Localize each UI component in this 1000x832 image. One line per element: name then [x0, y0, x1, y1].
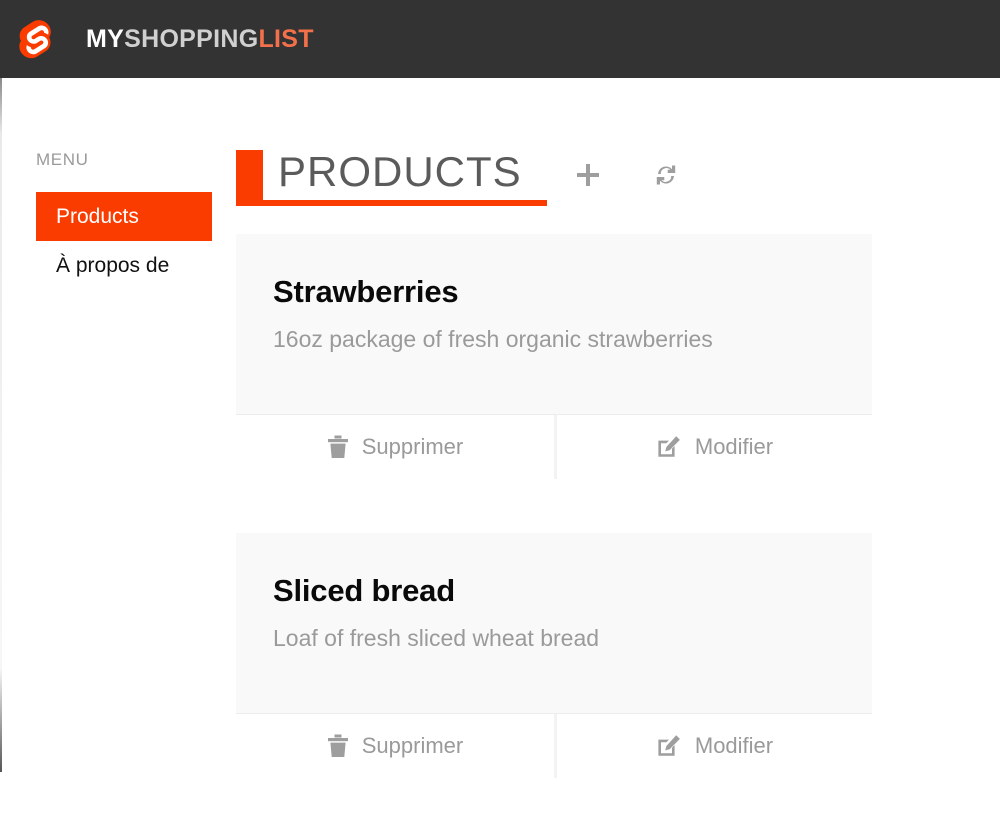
product-title: Strawberries	[273, 274, 459, 309]
edit-product-button[interactable]: Modifier	[554, 714, 872, 778]
delete-product-button[interactable]: Supprimer	[236, 714, 554, 778]
add-product-button[interactable]	[567, 154, 609, 196]
main-content: PRODUCTS Strawberries 16oz package of fr…	[236, 78, 1000, 778]
edit-pencil-icon	[656, 734, 682, 758]
page-title: PRODUCTS	[278, 148, 522, 195]
product-description: Loaf of fresh sliced wheat bread	[273, 624, 600, 651]
refresh-button[interactable]	[645, 154, 687, 196]
product-card: Strawberries 16oz package of fresh organ…	[236, 234, 872, 479]
sidebar-heading: MENU	[36, 150, 89, 169]
edit-pencil-icon	[656, 435, 682, 459]
trash-icon	[327, 435, 349, 459]
brand-text-my: MY	[86, 24, 125, 53]
edit-product-button[interactable]: Modifier	[554, 415, 872, 479]
delete-product-button[interactable]: Supprimer	[236, 415, 554, 479]
plus-icon	[577, 164, 599, 186]
edit-product-label: Modifier	[694, 733, 774, 758]
edit-product-label: Modifier	[694, 434, 774, 459]
title-accent-bar	[236, 150, 263, 205]
sidebar-nav: MENU Products À propos de	[36, 150, 212, 290]
page-body: MENU Products À propos de PRODUCTS Straw…	[0, 78, 1000, 778]
product-card-list: Strawberries 16oz package of fresh organ…	[236, 234, 872, 832]
app-header: MYSHOPPINGLIST	[0, 0, 1000, 78]
page-left-edge	[0, 78, 2, 772]
sidebar-item-about[interactable]: À propos de	[36, 241, 212, 290]
product-description: 16oz package of fresh organic strawberri…	[273, 325, 713, 352]
page-title-row: PRODUCTS	[236, 144, 936, 206]
product-card-body: Sliced bread Loaf of fresh sliced wheat …	[236, 533, 872, 713]
product-card: Sliced bread Loaf of fresh sliced wheat …	[236, 533, 872, 778]
delete-product-label: Supprimer	[361, 733, 464, 758]
delete-product-label: Supprimer	[361, 434, 464, 459]
refresh-icon	[656, 165, 676, 185]
product-card-body: Strawberries 16oz package of fresh organ…	[236, 234, 872, 414]
brand-text-shopping: SHOPPING	[124, 24, 259, 53]
product-card-actions: Supprimer Modifier	[236, 713, 872, 778]
trash-icon	[327, 734, 349, 758]
app-brand-title: MYSHOPPINGLIST	[86, 24, 314, 53]
product-title: Sliced bread	[273, 573, 455, 608]
svelte-s-logo-icon[interactable]	[18, 19, 58, 59]
sidebar-item-products[interactable]: Products	[36, 192, 212, 242]
title-underline	[236, 200, 547, 206]
brand-text-list: LIST	[258, 24, 314, 53]
product-card-actions: Supprimer Modifier	[236, 414, 872, 479]
